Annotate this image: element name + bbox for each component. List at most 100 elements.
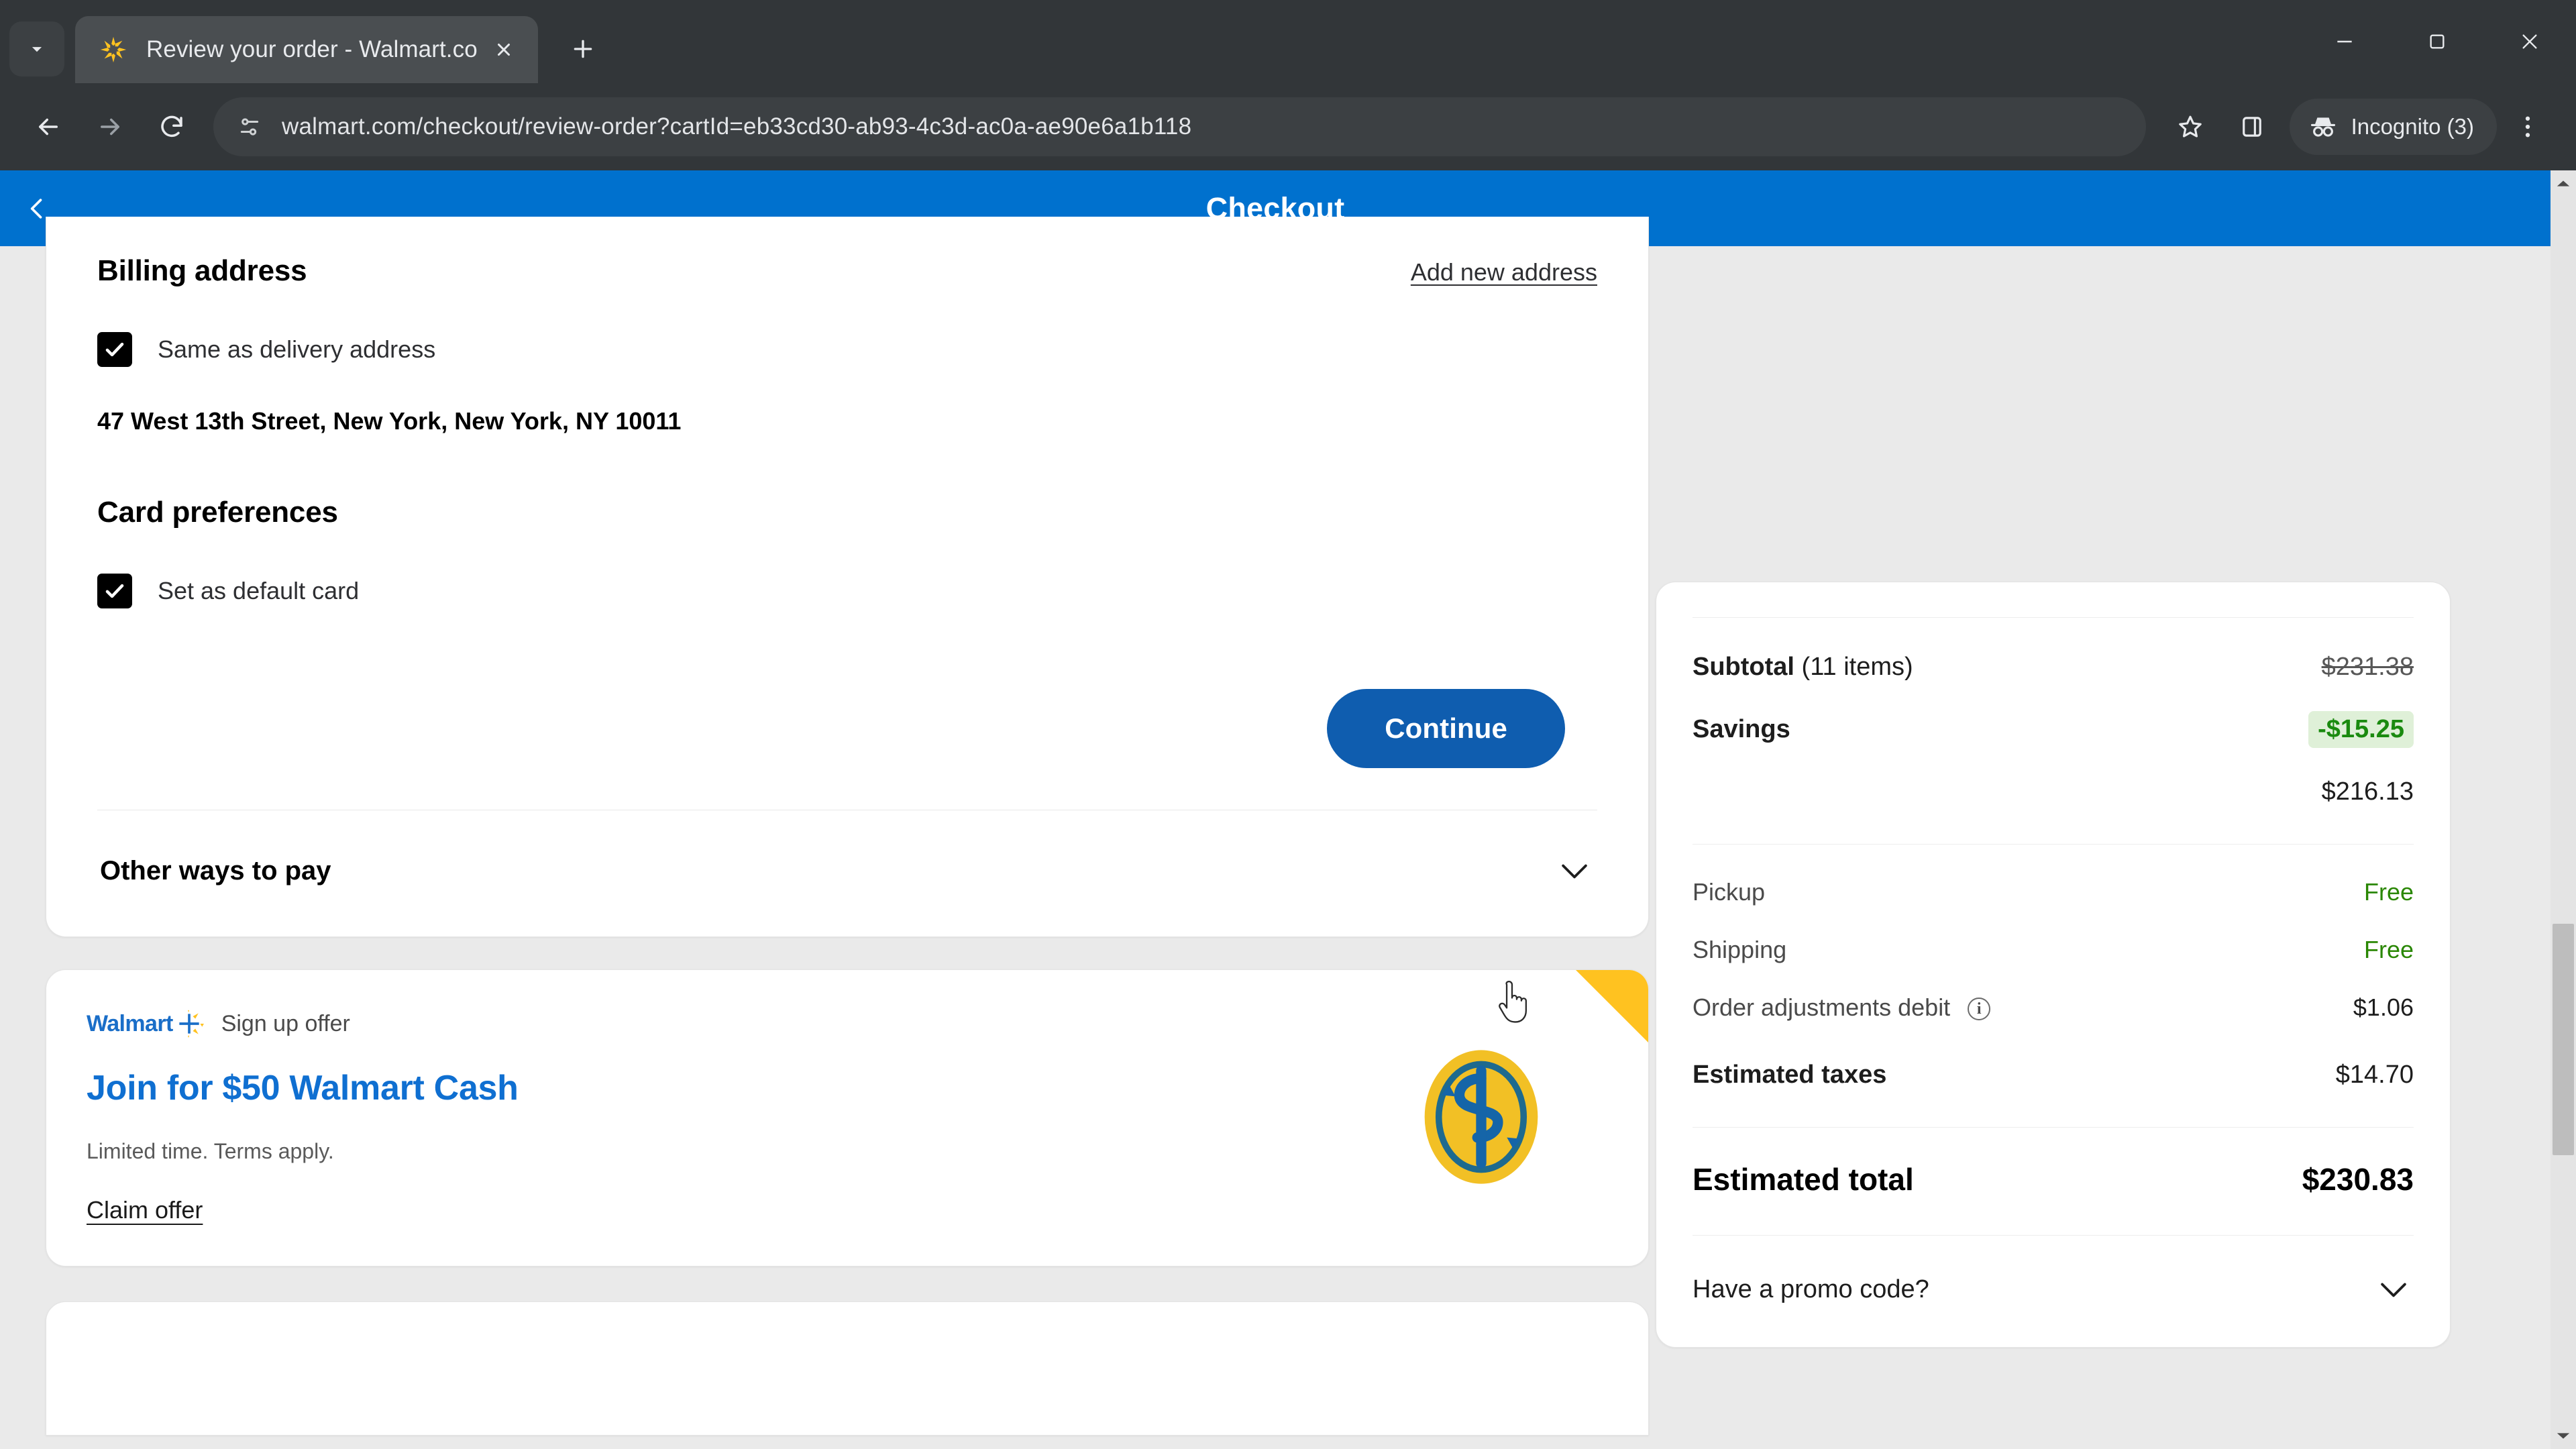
savings-value-badge: -$15.25 (2308, 711, 2414, 748)
chevron-down-icon[interactable] (1554, 851, 1595, 891)
incognito-icon (2310, 117, 2335, 137)
promo-title: Join for $50 Walmart Cash (87, 1069, 519, 1108)
page-viewport: Checkout Billing address Add new address (0, 170, 2576, 1449)
forward-button[interactable] (79, 96, 141, 158)
reload-icon (161, 115, 182, 138)
side-panel-button[interactable] (2221, 96, 2283, 158)
side-panel-icon (2242, 117, 2261, 137)
incognito-profile-button[interactable]: Incognito (3) (2289, 99, 2497, 155)
subtotal-label-text: Subtotal (1693, 653, 1794, 681)
pickup-label: Pickup (1693, 878, 1766, 906)
scroll-down-arrow[interactable] (2551, 1424, 2576, 1449)
promo-corner-fold (1576, 970, 1648, 1042)
browser-menu-button[interactable] (2497, 96, 2559, 158)
kebab-menu-icon (2525, 116, 2530, 138)
payment-card: Billing address Add new address Same as … (46, 217, 1649, 937)
new-tab-button[interactable] (555, 21, 610, 76)
billing-address-header: Billing address Add new address (97, 254, 1597, 288)
walmart-checkout-page: Checkout Billing address Add new address (0, 170, 2551, 1449)
back-button[interactable] (17, 96, 79, 158)
promo-body: Walmart Sign up offer Join for $50 Walma… (87, 1009, 1404, 1224)
billing-address-title: Billing address (97, 254, 307, 287)
bookmark-button[interactable] (2159, 96, 2221, 158)
chevron-down-icon[interactable] (2373, 1269, 2414, 1309)
caret-up-icon (2557, 180, 2570, 186)
browser-tab[interactable]: Review your order - Walmart.co (75, 16, 538, 83)
add-new-address-link[interactable]: Add new address (1411, 258, 1597, 286)
summary-row-savings: Savings -$15.25 (1693, 711, 2414, 748)
subtotal-items-count: (11 items) (1801, 653, 1913, 681)
after-savings-value: $216.13 (2321, 777, 2414, 806)
walmart-plus-logo: Walmart (87, 1009, 204, 1038)
other-ways-to-pay-label: Other ways to pay (100, 855, 331, 885)
summary-row-shipping: Shipping Free (1693, 936, 2414, 964)
pickup-value: Free (2363, 878, 2414, 906)
promo-subtitle: Limited time. Terms apply. (87, 1139, 334, 1163)
summary-top-rule (1693, 617, 2414, 618)
set-default-card-checkbox[interactable] (97, 574, 132, 608)
summary-divider-3 (1693, 1235, 2414, 1236)
check-icon (105, 342, 124, 357)
maximize-button[interactable] (2391, 0, 2483, 83)
order-adjustments-text: Order adjustments debit (1693, 994, 1951, 1021)
checkout-main-column: Billing address Add new address Same as … (0, 217, 1649, 1436)
next-section-card (46, 1301, 1649, 1436)
promo-kicker: Sign up offer (221, 1010, 350, 1036)
set-default-card-label: Set as default card (158, 577, 360, 604)
plus-icon (574, 40, 592, 58)
tune-icon (240, 118, 259, 136)
star-icon (2178, 115, 2202, 138)
same-as-delivery-checkbox-row[interactable]: Same as delivery address (97, 332, 1597, 367)
estimated-taxes-value: $14.70 (2335, 1061, 2414, 1089)
check-icon (105, 584, 124, 598)
walmart-plus-spark-icon (179, 1010, 204, 1038)
walmart-spark-favicon (100, 36, 127, 63)
scrollbar-track[interactable] (2551, 196, 2576, 1424)
shipping-value: Free (2363, 936, 2414, 963)
billing-address-value: 47 West 13th Street, New York, New York,… (97, 407, 682, 435)
estimated-total-label: Estimated total (1693, 1162, 1914, 1197)
chevron-down-glyph (1562, 864, 1587, 879)
same-as-delivery-checkbox[interactable] (97, 332, 132, 367)
browser-window: Review your order - Walmart.co walmart.c… (0, 0, 2576, 1449)
page-scrollbar[interactable] (2551, 170, 2576, 1449)
chevron-down-icon (32, 47, 42, 52)
summary-row-total: Estimated total $230.83 (1693, 1161, 2414, 1197)
reload-button[interactable] (141, 96, 203, 158)
subtotal-value: $231.38 (2321, 653, 2414, 681)
url-text: walmart.com/checkout/review-order?cartId… (282, 113, 1192, 140)
chevron-down-glyph (2381, 1283, 2406, 1297)
walmart-wordmark: Walmart (87, 1010, 173, 1036)
address-bar[interactable]: walmart.com/checkout/review-order?cartId… (213, 97, 2146, 156)
info-icon[interactable]: i (1968, 998, 1991, 1021)
continue-button[interactable]: Continue (1327, 689, 1565, 768)
window-controls (2298, 0, 2576, 83)
summary-row-after-savings: $216.13 (1693, 777, 2414, 806)
order-adjustments-value: $1.06 (2353, 994, 2414, 1021)
summary-row-subtotal: Subtotal (11 items) $231.38 (1693, 653, 2414, 682)
promo-code-accordion[interactable]: Have a promo code? (1693, 1269, 2414, 1309)
estimated-taxes-label: Estimated taxes (1693, 1061, 1887, 1089)
scrollbar-thumb[interactable] (2553, 924, 2574, 1155)
walmart-plus-promo-card: Walmart Sign up offer Join for $50 Walma… (46, 969, 1649, 1267)
walmart-cash-coin-icon (1424, 1050, 1538, 1184)
incognito-label: Incognito (3) (2351, 114, 2474, 139)
scroll-up-arrow[interactable] (2551, 170, 2576, 196)
minimize-button[interactable] (2298, 0, 2391, 83)
tab-search-button[interactable] (9, 21, 64, 76)
set-default-card-checkbox-row[interactable]: Set as default card (97, 574, 1597, 608)
summary-row-adjustments: Order adjustments debit i $1.06 (1693, 994, 2414, 1022)
order-summary-column: Subtotal (11 items) $231.38 Savings -$15… (1610, 246, 2551, 1348)
tab-close-icon[interactable] (487, 33, 521, 66)
site-settings-icon[interactable] (232, 109, 267, 144)
arrow-right-icon (101, 118, 119, 136)
caret-down-icon (2557, 1433, 2570, 1439)
close-window-button[interactable] (2483, 0, 2576, 83)
claim-offer-link[interactable]: Claim offer (87, 1196, 203, 1224)
savings-label: Savings (1693, 715, 1790, 743)
continue-button-row: Continue (97, 689, 1597, 768)
order-summary-card: Subtotal (11 items) $231.38 Savings -$15… (1656, 582, 2451, 1348)
subtotal-label: Subtotal (11 items) (1693, 653, 1913, 682)
other-ways-to-pay-accordion[interactable]: Other ways to pay (97, 810, 1597, 936)
summary-divider-2 (1693, 1127, 2414, 1128)
